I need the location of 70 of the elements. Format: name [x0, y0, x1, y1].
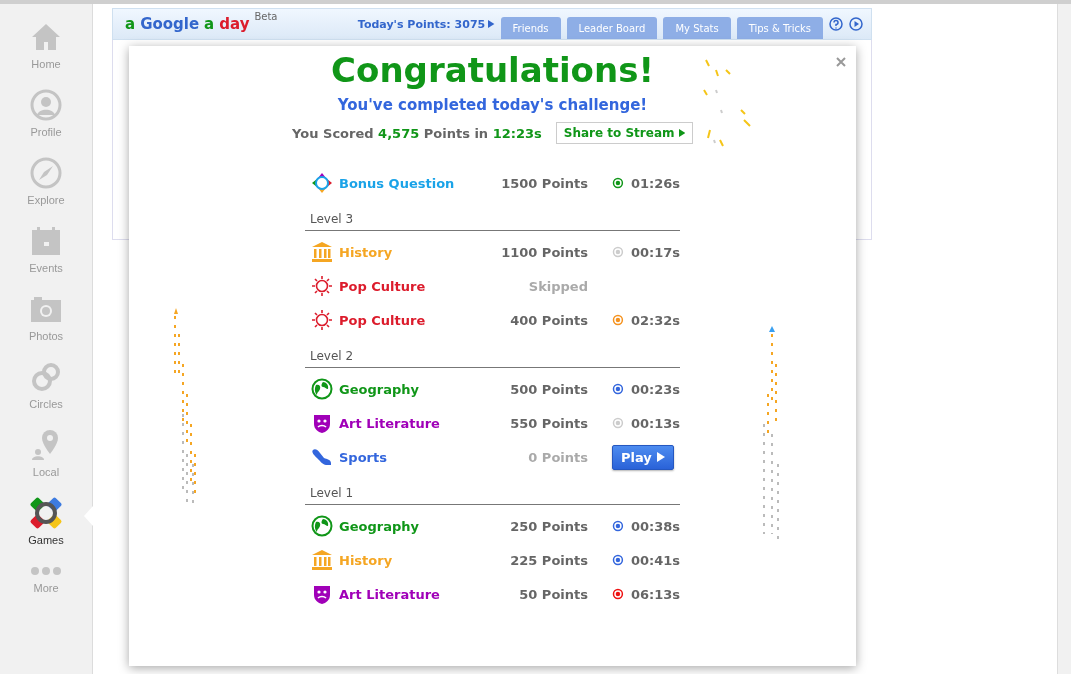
time-text: 00:13s	[630, 415, 680, 431]
forward-icon[interactable]	[849, 17, 863, 31]
more-dots-icon	[29, 564, 63, 578]
help-icon[interactable]	[829, 17, 843, 31]
points-text: 1500 Points	[500, 175, 588, 191]
mask-shield-icon	[311, 412, 333, 434]
sidebar-item[interactable]: Photos	[0, 292, 92, 360]
globe-icon	[311, 378, 333, 400]
category-name: History	[339, 552, 394, 568]
games-icon	[29, 496, 63, 530]
profile-icon	[29, 88, 63, 122]
columns-building-icon	[311, 241, 333, 263]
play-button[interactable]: Play	[612, 444, 674, 470]
points-text: 500 Points	[509, 381, 588, 397]
category-name: Bonus Question	[339, 175, 456, 191]
sidebar-item[interactable]: Games	[0, 496, 92, 564]
sidebar-item[interactable]: Profile	[0, 88, 92, 156]
points-text: 400 Points	[509, 312, 588, 328]
header-tab[interactable]: Leader Board	[566, 17, 658, 39]
points-text: 550 Points	[509, 415, 588, 431]
globe-icon	[311, 515, 333, 537]
points-text: 225 Points	[509, 552, 588, 568]
sidebar-item[interactable]: Local	[0, 428, 92, 496]
share-to-stream-button[interactable]: Share to Stream	[555, 122, 693, 144]
mask-shield-icon	[311, 583, 333, 605]
play-icon	[488, 20, 495, 28]
header-tab[interactable]: My Stats	[663, 17, 731, 39]
category-name: Art Literature	[339, 415, 441, 431]
dialog-subtitle: You've completed today's challenge!	[337, 96, 648, 114]
play-icon	[656, 452, 665, 462]
score-summary: You Scored 4,575 Points in 12:23s	[292, 125, 542, 141]
time-text: 00:38s	[630, 518, 680, 534]
level-heading: Level 2	[310, 349, 354, 363]
sidebar-item[interactable]: Events	[0, 224, 92, 292]
points-text: 250 Points	[509, 518, 588, 534]
sidebar-item[interactable]: Explore	[0, 156, 92, 224]
points-text: 1100 Points	[500, 244, 588, 260]
points-text: 50 Points	[518, 586, 588, 602]
close-icon	[836, 57, 846, 67]
bonus-icon	[311, 172, 333, 194]
todays-points-link[interactable]: Today's Points: 3075	[357, 17, 495, 31]
selection-notch	[84, 506, 93, 526]
sidebar-item[interactable]: Circles	[0, 360, 92, 428]
time-text: 00:17s	[630, 244, 680, 260]
header-tab[interactable]: Tips & Tricks	[736, 17, 823, 39]
sidebar-item[interactable]: Home	[0, 20, 92, 88]
category-name: Art Literature	[339, 586, 441, 602]
time-text: 06:13s	[630, 586, 680, 602]
header-tab[interactable]: Friends	[500, 17, 561, 39]
calendar-icon	[29, 224, 63, 258]
time-text: 00:23s	[630, 381, 680, 397]
level-heading: Level 1	[310, 486, 354, 500]
time-text: 01:26s	[630, 175, 680, 191]
category-name: Pop Culture	[339, 278, 427, 294]
category-name: Sports	[339, 449, 388, 465]
category-name: Geography	[339, 518, 420, 534]
time-text: 00:41s	[630, 552, 680, 568]
category-name: Pop Culture	[339, 312, 427, 328]
category-name: Geography	[339, 381, 420, 397]
play-icon	[678, 129, 685, 137]
points-text: Skipped	[527, 278, 588, 294]
category-name: History	[339, 244, 394, 260]
circles-icon	[29, 360, 63, 394]
compass-icon	[29, 156, 63, 190]
level-heading: Level 3	[310, 212, 354, 226]
points-text: 0 Points	[527, 449, 588, 465]
sidebar-item[interactable]: More	[0, 564, 92, 632]
time-text: 02:32s	[630, 312, 680, 328]
columns-building-icon	[311, 549, 333, 571]
dialog-title: Congratulations!	[331, 50, 654, 90]
